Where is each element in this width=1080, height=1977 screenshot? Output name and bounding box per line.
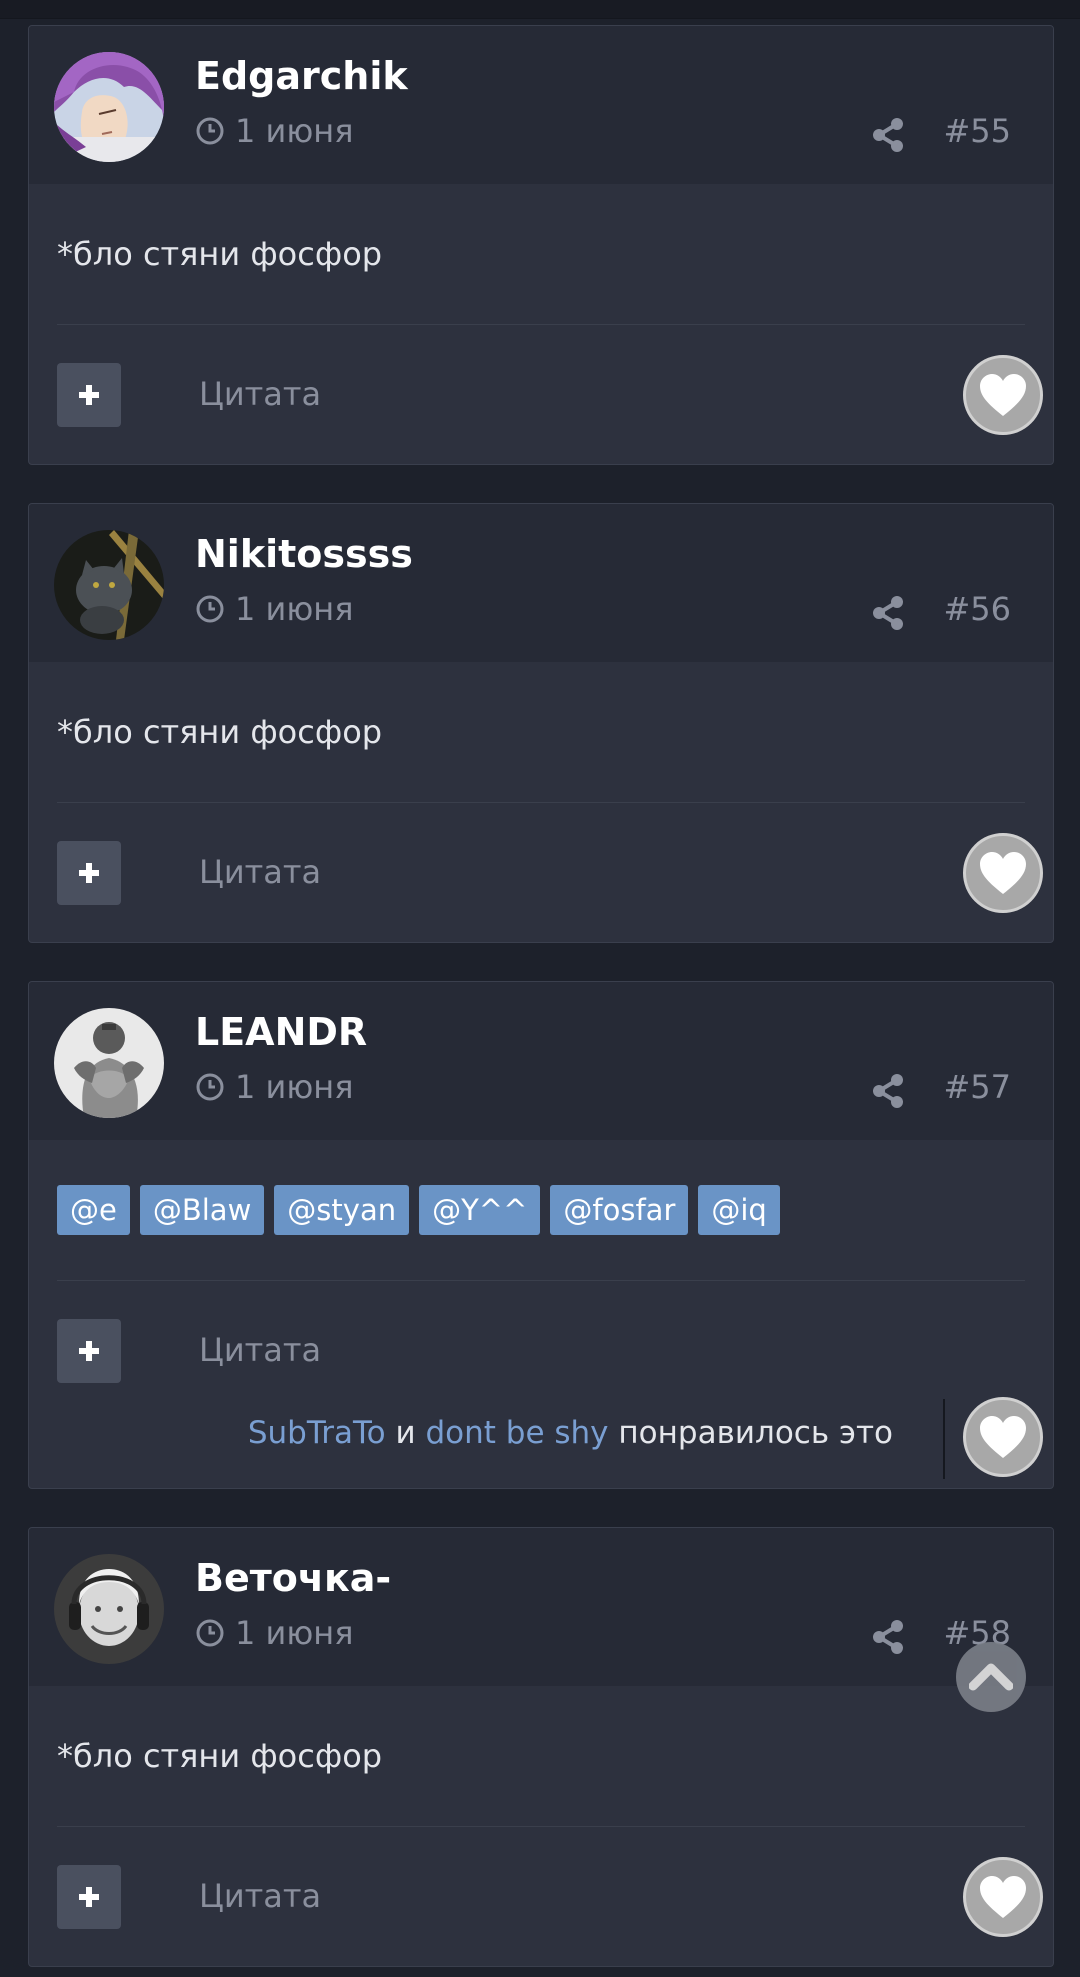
- heart-icon: [980, 374, 1026, 416]
- post-date: 1 июня: [195, 1068, 353, 1106]
- quote-button[interactable]: Цитата: [199, 1331, 321, 1369]
- liker-link[interactable]: dont be shy: [425, 1415, 608, 1451]
- quote-button[interactable]: Цитата: [199, 375, 321, 413]
- clock-icon: [195, 1072, 225, 1102]
- heart-icon: [980, 1876, 1026, 1918]
- post-number-link[interactable]: #56: [943, 590, 1011, 628]
- add-button[interactable]: [57, 841, 121, 905]
- clock-icon: [195, 594, 225, 624]
- post-body: @e @Blaw @styan @Y^^ @fosfar @iq Цитата …: [29, 1140, 1053, 1488]
- post-date-text: 1 июня: [235, 112, 354, 150]
- mention-list: @e @Blaw @styan @Y^^ @fosfar @iq: [57, 1140, 1025, 1280]
- add-button[interactable]: [57, 1319, 121, 1383]
- post-body: *бло стяни фосфор Цитата: [29, 662, 1053, 942]
- username[interactable]: Nikitossss: [195, 532, 413, 576]
- post-number-link[interactable]: #57: [943, 1068, 1011, 1106]
- post-actions: Цитата: [57, 325, 1043, 464]
- post-body: *бло стяни фосфор Цитата: [29, 1686, 1053, 1966]
- top-bar: [0, 0, 1080, 19]
- post-date: 1 июня: [195, 590, 353, 628]
- post-text: *бло стяни фосфор: [57, 713, 383, 751]
- heart-icon: [980, 1416, 1026, 1458]
- like-button[interactable]: [963, 1857, 1043, 1937]
- post-date-text: 1 июня: [235, 1068, 354, 1106]
- user-mention-tag[interactable]: @fosfar: [550, 1185, 689, 1235]
- post-header: LEANDR 1 июня #57: [29, 982, 1053, 1140]
- share-icon[interactable]: [870, 1619, 906, 1655]
- user-avatar[interactable]: [54, 530, 164, 640]
- share-icon[interactable]: [870, 117, 906, 153]
- user-mention-tag[interactable]: @e: [57, 1185, 130, 1235]
- quote-button[interactable]: Цитата: [199, 853, 321, 891]
- plus-icon: [79, 863, 99, 883]
- post-date: 1 июня: [195, 112, 353, 150]
- post-actions: Цитата SubTraTo и dont be shy понравилос…: [57, 1281, 1043, 1488]
- username[interactable]: Веточка-: [195, 1556, 391, 1600]
- plus-icon: [79, 1887, 99, 1907]
- user-avatar[interactable]: [54, 1554, 164, 1664]
- user-mention-tag[interactable]: @styan: [274, 1185, 410, 1235]
- user-mention-tag[interactable]: @iq: [698, 1185, 780, 1235]
- chevron-up-icon: [969, 1663, 1013, 1691]
- likes-suffix: понравилось это: [618, 1415, 893, 1451]
- post-body: *бло стяни фосфор Цитата: [29, 184, 1053, 464]
- plus-icon: [79, 1341, 99, 1361]
- likes-conjunction: и: [395, 1415, 416, 1451]
- user-avatar[interactable]: [54, 52, 164, 162]
- post-date: 1 июня: [195, 1614, 353, 1652]
- like-button[interactable]: [963, 1397, 1043, 1477]
- like-button[interactable]: [963, 355, 1043, 435]
- user-avatar[interactable]: [54, 1008, 164, 1118]
- like-button[interactable]: [963, 833, 1043, 913]
- post-header: Nikitossss 1 июня #56: [29, 504, 1053, 662]
- share-icon[interactable]: [870, 1073, 906, 1109]
- post-card: Edgarchik 1 июня #55 *бло стяни фосфор Ц…: [28, 25, 1054, 465]
- post-card: Веточка- 1 июня #58 *бло стяни фосфор Ци…: [28, 1527, 1054, 1967]
- post-card: Nikitossss 1 июня #56 *бло стяни фосфор …: [28, 503, 1054, 943]
- post-text: *бло стяни фосфор: [57, 235, 383, 273]
- post-header: Edgarchik 1 июня #55: [29, 26, 1053, 184]
- plus-icon: [79, 385, 99, 405]
- post-actions: Цитата: [57, 1827, 1043, 1966]
- user-mention-tag[interactable]: @Blaw: [139, 1185, 265, 1235]
- quote-button[interactable]: Цитата: [199, 1877, 321, 1915]
- clock-icon: [195, 1618, 225, 1648]
- add-button[interactable]: [57, 363, 121, 427]
- post-actions: Цитата: [57, 803, 1043, 942]
- username[interactable]: Edgarchik: [195, 54, 408, 98]
- post-number-link[interactable]: #55: [943, 112, 1011, 150]
- likes-separator: [943, 1399, 945, 1479]
- likes-summary: SubTraTo и dont be shy понравилось это: [248, 1415, 893, 1451]
- add-button[interactable]: [57, 1865, 121, 1929]
- user-mention-tag[interactable]: @Y^^: [419, 1185, 541, 1235]
- scroll-to-top-button[interactable]: [956, 1642, 1026, 1712]
- clock-icon: [195, 116, 225, 146]
- username[interactable]: LEANDR: [195, 1010, 367, 1054]
- share-icon[interactable]: [870, 595, 906, 631]
- post-date-text: 1 июня: [235, 590, 354, 628]
- post-date-text: 1 июня: [235, 1614, 354, 1652]
- post-header: Веточка- 1 июня #58: [29, 1528, 1053, 1686]
- heart-icon: [980, 852, 1026, 894]
- liker-link[interactable]: SubTraTo: [248, 1415, 386, 1451]
- post-card: LEANDR 1 июня #57 @e @Blaw @styan @Y^^ @…: [28, 981, 1054, 1489]
- post-text: *бло стяни фосфор: [57, 1737, 383, 1775]
